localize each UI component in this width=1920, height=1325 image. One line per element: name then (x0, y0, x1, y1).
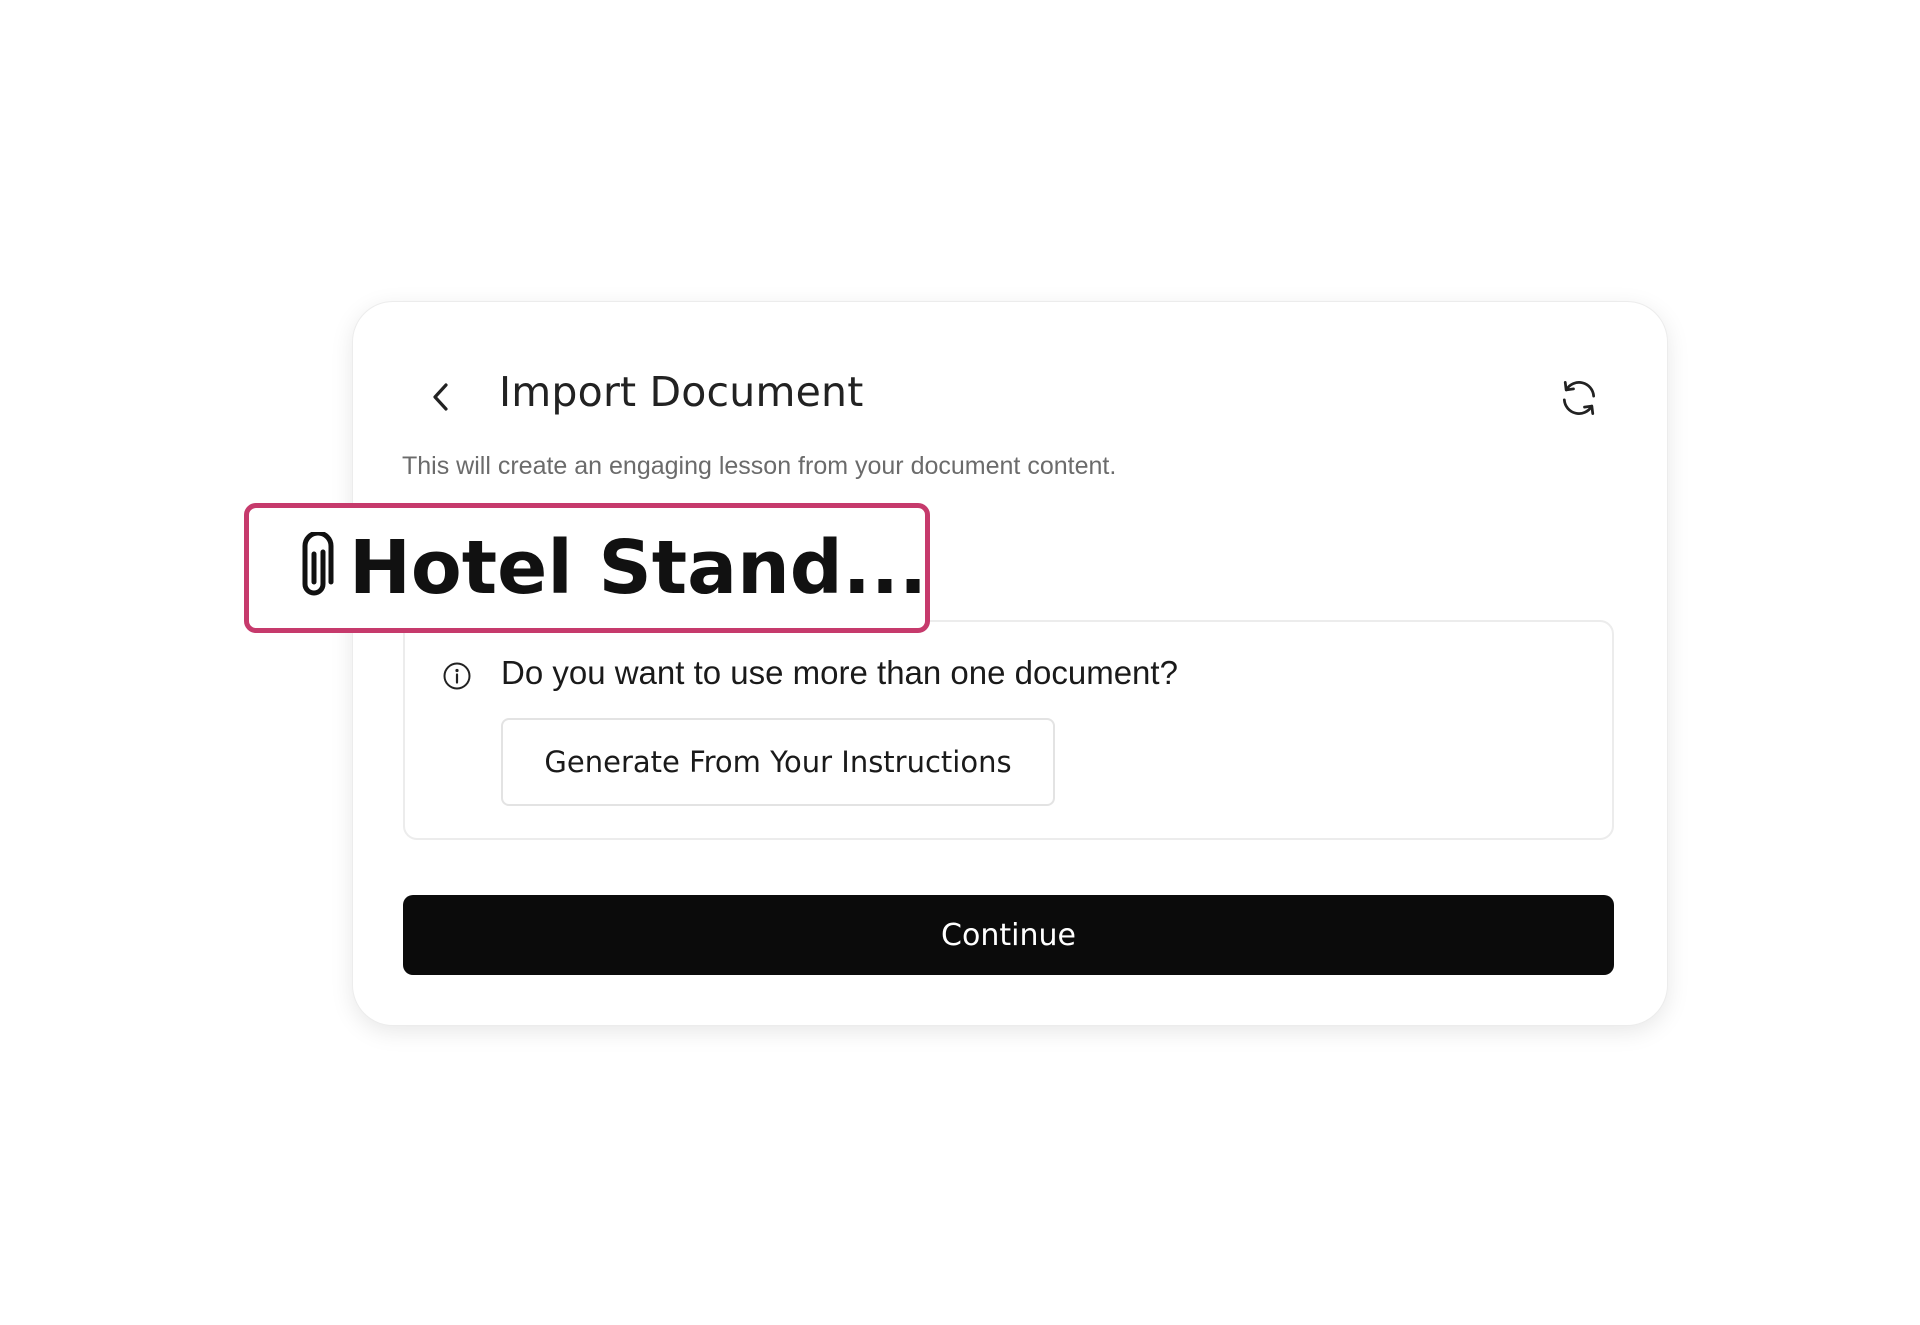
import-document-dialog: Import Document This will create an enga… (353, 302, 1667, 1025)
attachment-name: Hotel Stand... (349, 525, 928, 611)
dialog-title: Import Document (499, 368, 864, 416)
back-button[interactable] (423, 374, 459, 424)
page: Import Document This will create an enga… (0, 0, 1920, 1325)
dialog-subtitle: This will create an engaging lesson from… (402, 452, 1117, 480)
refresh-button[interactable] (1551, 372, 1607, 428)
attachment-highlight[interactable]: Hotel Stand... (244, 503, 930, 633)
chevron-left-icon (429, 380, 453, 419)
generate-from-instructions-button[interactable]: Generate From Your Instructions (501, 718, 1055, 806)
refresh-icon (1557, 376, 1601, 425)
continue-button[interactable]: Continue (403, 895, 1614, 975)
paperclip-icon (293, 528, 337, 608)
info-icon (441, 660, 473, 692)
multi-document-question: Do you want to use more than one documen… (501, 654, 1178, 691)
multi-document-info-box: Do you want to use more than one documen… (403, 620, 1614, 840)
